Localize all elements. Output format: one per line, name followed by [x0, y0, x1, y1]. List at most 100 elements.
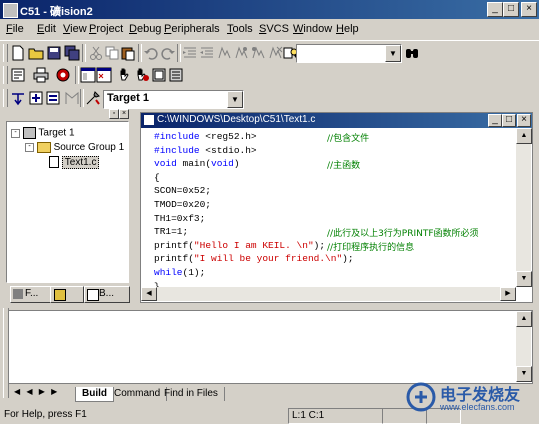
scroll-right-icon[interactable]: ▶: [500, 287, 516, 301]
tab-regs[interactable]: [50, 286, 84, 303]
options-icon[interactable]: [168, 67, 184, 83]
folder-icon: [36, 142, 51, 153]
scroll-up-icon[interactable]: ▲: [516, 128, 532, 144]
bookmark-toggle-icon[interactable]: [216, 45, 232, 61]
menu-window[interactable]: Window: [293, 23, 332, 35]
menu-bar: File Edit View Project Debug Peripherals…: [0, 19, 539, 39]
save-icon[interactable]: [46, 45, 62, 61]
debug-session-icon[interactable]: [55, 67, 71, 83]
scroll-left-icon[interactable]: ◀: [141, 287, 157, 301]
target-icon: [22, 127, 36, 139]
tree-node-file[interactable]: Text1.c: [49, 155, 100, 169]
bookmark-next-icon[interactable]: [233, 45, 249, 61]
toolbar-grip[interactable]: [3, 89, 8, 107]
panel-close-icon[interactable]: ×: [119, 109, 129, 119]
code-text: printf("Hello I am KEIL. \n");: [154, 239, 326, 251]
code-text: SCON=0x52;: [154, 185, 212, 197]
menu-peripherals[interactable]: Peripherals: [164, 23, 220, 35]
code-line: {: [154, 172, 160, 183]
paste-icon[interactable]: [120, 45, 136, 61]
editor-close-button[interactable]: ×: [517, 114, 531, 127]
menu-debug[interactable]: Debug: [129, 23, 161, 35]
toolbar-area: ▼ Target 1 ▼: [0, 40, 539, 109]
stop-icon[interactable]: [63, 90, 79, 106]
status-help-text: For Help, press F1: [4, 409, 87, 420]
stop-build-icon[interactable]: [134, 67, 150, 83]
print-icon[interactable]: [33, 67, 49, 83]
scroll-up-icon[interactable]: ▲: [516, 311, 532, 327]
hand-icon[interactable]: [117, 67, 133, 83]
target-select[interactable]: Target 1 ▼: [103, 90, 244, 109]
toolbar-grip[interactable]: [3, 66, 8, 84]
menu-edit[interactable]: Edit: [37, 23, 56, 35]
unindent-icon[interactable]: [199, 45, 215, 61]
editor-maximize-button[interactable]: □: [502, 114, 516, 127]
panel-pin-icon[interactable]: ▫: [109, 109, 119, 119]
menu-view[interactable]: View: [63, 23, 87, 35]
status-cursor-position: L:1 C:1: [288, 408, 383, 424]
close-button[interactable]: ×: [521, 2, 537, 17]
toolbar-separator: [82, 44, 86, 62]
output-tab-scroll-arrows[interactable]: ◀ ◀ ▶ ▶: [14, 387, 74, 401]
title-bar: C51 - 礦ision2 _ □ ×: [0, 0, 539, 19]
collapse-icon[interactable]: -: [25, 143, 34, 152]
undo-icon[interactable]: [143, 45, 159, 61]
menu-svcs[interactable]: SVCS: [259, 23, 289, 35]
binoculars-icon[interactable]: [404, 45, 420, 61]
code-line: #include <stdio.h>: [154, 145, 257, 156]
tab-files[interactable]: F...: [10, 286, 54, 303]
project-window-icon[interactable]: [80, 67, 96, 83]
translate-icon[interactable]: [10, 90, 26, 106]
code-line: #include <reg52.h> //包含文件: [154, 131, 369, 144]
open-folder-icon[interactable]: [28, 45, 44, 61]
code-line: TR1=1; //此行及以上3行为PRINTF函数所必须: [154, 226, 479, 239]
output-vertical-scrollbar[interactable]: ▲ ▼: [516, 311, 532, 382]
chevron-down-icon[interactable]: ▼: [227, 91, 243, 108]
code-line: TH1=0xf3;: [154, 213, 205, 224]
code-text: printf("I will be your friend.\n");: [154, 253, 354, 265]
toolbar-grip[interactable]: [3, 44, 8, 62]
bookmark-prev-icon[interactable]: [250, 45, 266, 61]
bookmark-clear-icon[interactable]: [267, 45, 283, 61]
target-options-icon[interactable]: [85, 90, 101, 106]
rebuild-all-icon[interactable]: [45, 90, 61, 106]
editor-minimize-button[interactable]: _: [488, 114, 502, 127]
find-combo[interactable]: ▼: [296, 44, 402, 63]
tab-books[interactable]: B...: [84, 286, 130, 303]
books-tab-icon: [87, 289, 99, 301]
menu-tools[interactable]: Tools: [227, 23, 253, 35]
redo-icon[interactable]: [160, 45, 176, 61]
code-line: void main(void) //主函数: [154, 158, 360, 171]
output-window[interactable]: ▲ ▼: [8, 310, 533, 384]
tab-find-in-files[interactable]: Find in Files: [158, 387, 225, 401]
tree-node-target[interactable]: - Target 1: [11, 127, 75, 139]
maximize-button[interactable]: □: [503, 2, 519, 17]
target-select-value: Target 1: [107, 92, 149, 104]
code-text: {: [154, 171, 160, 183]
editor-horizontal-scrollbar[interactable]: ◀ ▶: [141, 287, 516, 301]
app-icon: [3, 3, 18, 18]
tools-icon[interactable]: [151, 67, 167, 83]
menu-file[interactable]: File: [6, 23, 24, 35]
menu-help[interactable]: Help: [336, 23, 359, 35]
menu-project[interactable]: Project: [89, 23, 123, 35]
batch-build-icon[interactable]: [10, 67, 26, 83]
code-text: #include <stdio.h>: [154, 144, 257, 156]
save-all-icon[interactable]: [64, 45, 80, 61]
output-window-icon[interactable]: [96, 67, 112, 83]
watermark-url: www.elecfans.com: [440, 402, 515, 412]
collapse-icon[interactable]: -: [11, 128, 20, 138]
code-line: SCON=0x52;: [154, 185, 211, 196]
code-comment: //此行及以上3行为PRINTF函数所必须: [327, 229, 479, 240]
tree-node-group[interactable]: - Source Group 1: [25, 142, 124, 153]
editor-vertical-scrollbar[interactable]: ▲ ▼: [516, 128, 532, 287]
scroll-down-icon[interactable]: ▼: [516, 271, 532, 287]
code-text: TH1=0xf3;: [154, 212, 206, 224]
minimize-button[interactable]: _: [487, 2, 503, 17]
indent-icon[interactable]: [182, 45, 198, 61]
copy-icon[interactable]: [104, 45, 120, 61]
chevron-down-icon[interactable]: ▼: [385, 45, 401, 62]
cut-icon[interactable]: [88, 45, 104, 61]
new-file-icon[interactable]: [10, 45, 26, 61]
build-target-icon[interactable]: [28, 90, 44, 106]
